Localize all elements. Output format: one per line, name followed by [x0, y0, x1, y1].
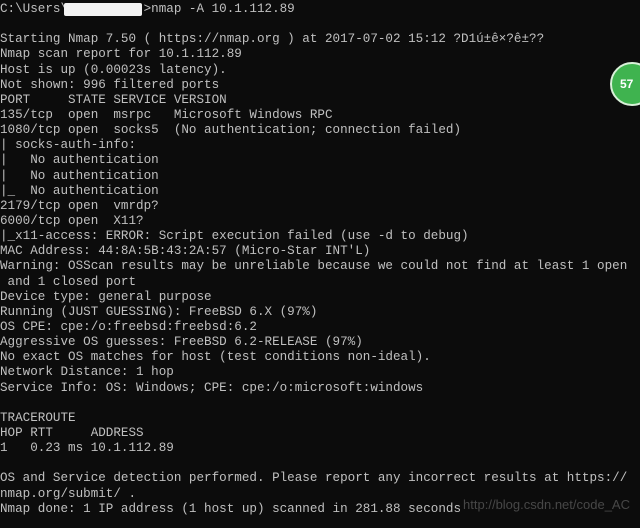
terminal-line: 6000/tcp open X11?	[0, 213, 144, 228]
terminal-line: PORT STATE SERVICE VERSION	[0, 92, 227, 107]
watermark: http://blog.csdn.net/code_AC	[463, 497, 630, 512]
terminal-line: HOP RTT ADDRESS	[0, 425, 144, 440]
terminal-line: Running (JUST GUESSING): FreeBSD 6.X (97…	[0, 304, 318, 319]
terminal-line: | socks-auth-info:	[0, 138, 137, 153]
terminal-line: 1080/tcp open socks5 (No authentication;…	[0, 123, 462, 138]
terminal-line: Warning: OSScan results may be unreliabl…	[0, 259, 628, 274]
terminal-line: |_x11-access: ERROR: Script execution fa…	[0, 229, 469, 244]
terminal-line: and 1 closed port	[0, 274, 137, 289]
terminal-line: Not shown: 996 filtered ports	[0, 77, 220, 92]
terminal-line: Host is up (0.00023s latency).	[0, 62, 227, 77]
terminal-line: No exact OS matches for host (test condi…	[0, 350, 431, 365]
terminal-line: Device type: general purpose	[0, 289, 212, 304]
terminal-line: Nmap scan report for 10.1.112.89	[0, 47, 242, 62]
terminal-line: | No authentication	[0, 168, 159, 183]
terminal-output: C:\Users\ >nmap -A 10.1.112.89 Starting N…	[0, 0, 627, 517]
terminal-line: TRACEROUTE	[0, 410, 76, 425]
terminal-window[interactable]: C:\Users\ >nmap -A 10.1.112.89 Starting N…	[0, 0, 640, 528]
redacted-username	[64, 3, 142, 16]
terminal-line: Network Distance: 1 hop	[0, 365, 174, 380]
terminal-line: Starting Nmap 7.50 ( https://nmap.org ) …	[0, 32, 545, 47]
terminal-line: 135/tcp open msrpc Microsoft Windows RPC	[0, 107, 333, 122]
terminal-line: OS CPE: cpe:/o:freebsd:freebsd:6.2	[0, 319, 257, 334]
terminal-line: Aggressive OS guesses: FreeBSD 6.2-RELEA…	[0, 335, 363, 350]
terminal-line: |_ No authentication	[0, 183, 159, 198]
terminal-line: Service Info: OS: Windows; CPE: cpe:/o:m…	[0, 380, 424, 395]
terminal-line: 1 0.23 ms 10.1.112.89	[0, 441, 174, 456]
terminal-line: | No authentication	[0, 153, 159, 168]
terminal-line: 2179/tcp open vmrdp?	[0, 198, 159, 213]
terminal-line: OS and Service detection performed. Plea…	[0, 471, 628, 486]
terminal-line: MAC Address: 44:8A:5B:43:2A:57 (Micro-St…	[0, 244, 371, 259]
